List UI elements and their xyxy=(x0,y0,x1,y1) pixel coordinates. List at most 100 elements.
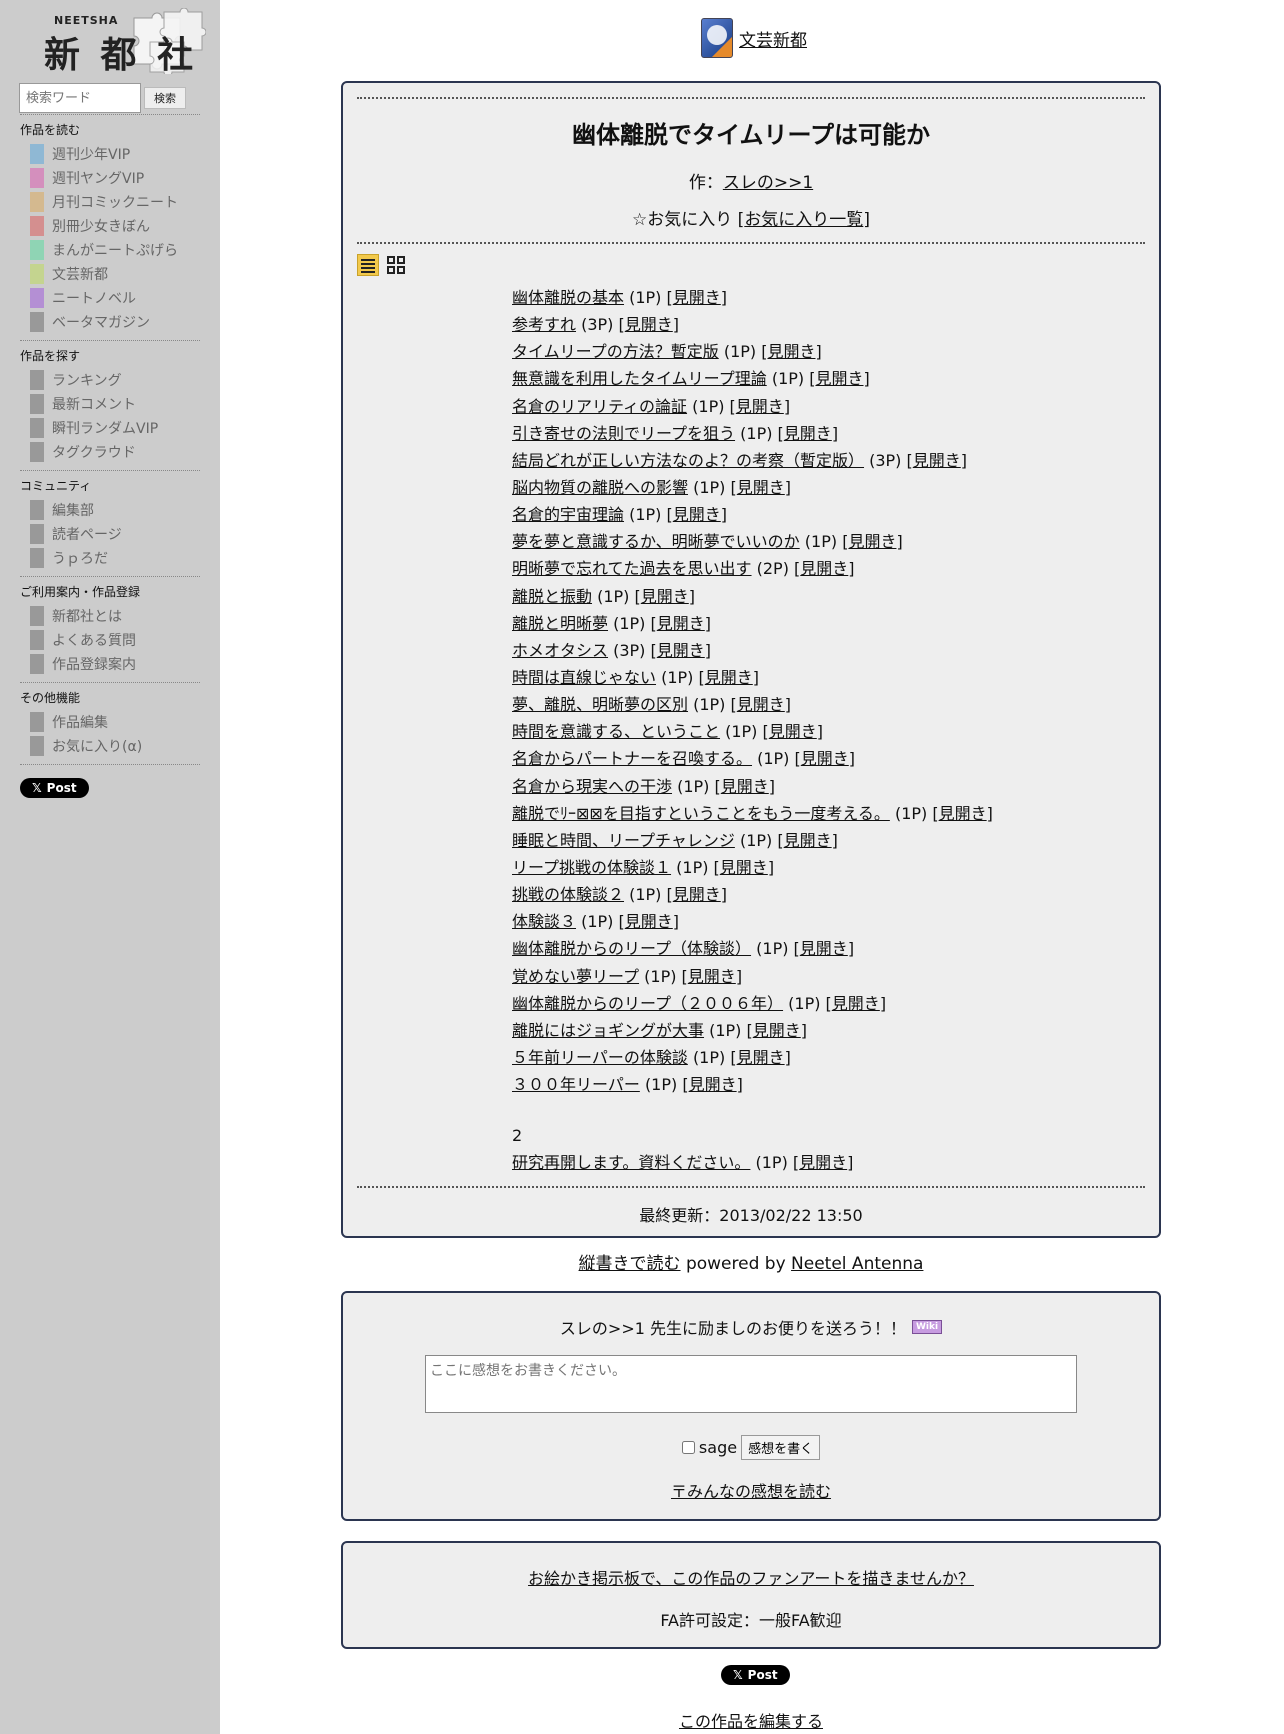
chapter-spread-link[interactable]: 見開き xyxy=(832,994,880,1013)
chapter-title-link[interactable]: 名倉から現実への干渉 xyxy=(512,777,672,796)
sidebar-nav-item[interactable]: うｐろだ xyxy=(20,546,200,570)
sage-checkbox[interactable] xyxy=(681,1441,695,1454)
sidebar-nav-item[interactable]: 編集部 xyxy=(20,498,200,522)
chapter-title-link[interactable]: リープ挑戦の体験談１ xyxy=(512,858,671,877)
grid-view-icon[interactable] xyxy=(385,254,407,276)
chapter-spread-link[interactable]: 見開き xyxy=(673,885,721,904)
chapter-spread-link[interactable]: 見開き xyxy=(913,451,961,470)
chapter-spread-link[interactable]: 見開き xyxy=(801,749,849,768)
sidebar-nav-item[interactable]: 作品登録案内 xyxy=(20,652,200,676)
chapter-spread-link[interactable]: 見開き xyxy=(689,1075,737,1094)
chapter-spread-link[interactable]: 見開き xyxy=(800,939,848,958)
sidebar-nav-item[interactable]: ニートノベル xyxy=(20,286,200,310)
chapter-title-link[interactable]: 研究再開します。資料ください。 xyxy=(512,1153,750,1172)
chapter-title-link[interactable]: 睡眠と時間、リープチャレンジ xyxy=(512,831,735,850)
chapter-title-link[interactable]: ５年前リーパーの体験談 xyxy=(512,1048,688,1067)
author-link[interactable]: スレの>>1 xyxy=(723,173,813,193)
chapter-spread-link[interactable]: 見開き xyxy=(673,288,721,307)
sidebar-nav-item[interactable]: 読者ページ xyxy=(20,522,200,546)
chapter-spread-link[interactable]: 見開き xyxy=(769,722,817,741)
comment-textarea[interactable] xyxy=(425,1355,1077,1413)
chapter-title-link[interactable]: 幽体離脱からのリープ（体験談） xyxy=(512,939,751,958)
sidebar-nav-item[interactable]: 瞬刊ランダムVIP xyxy=(20,416,200,440)
chapter-title-link[interactable]: 幽体離脱からのリープ（２００６年） xyxy=(512,994,783,1013)
chapter-spread-link[interactable]: 見開き xyxy=(784,831,832,850)
edit-work-link[interactable]: この作品を編集する xyxy=(679,1712,823,1731)
category-link[interactable]: 文芸新都 xyxy=(739,26,807,51)
chapter-spread-link[interactable]: 見開き xyxy=(657,614,705,633)
chapter-spread-link[interactable]: 見開き xyxy=(784,424,832,443)
list-view-icon[interactable] xyxy=(357,254,379,276)
chapter-title-link[interactable]: 無意識を利用したタイムリープ理論 xyxy=(512,369,767,388)
chapter-title-link[interactable]: 引き寄せの法則でリープを狙う xyxy=(512,424,735,443)
sidebar-nav-item[interactable]: 新都社とは xyxy=(20,604,200,628)
chapter-spread-link[interactable]: 見開き xyxy=(753,1021,801,1040)
sidebar-nav-item[interactable]: 作品編集 xyxy=(20,710,200,734)
chapter-spread-link[interactable]: 見開き xyxy=(799,1153,847,1172)
sidebar-nav-item[interactable]: 最新コメント xyxy=(20,392,200,416)
favorite-toggle[interactable]: ☆お気に入り [ xyxy=(632,210,744,230)
chapter-title-link[interactable]: 幽体離脱の基本 xyxy=(512,288,624,307)
chapter-spread-link[interactable]: 見開き xyxy=(625,912,673,931)
chapter-spread-link[interactable]: 見開き xyxy=(721,777,769,796)
chapter-title-link[interactable]: 離脱と明晰夢 xyxy=(512,614,608,633)
chapter-title-link[interactable]: 結局どれが正しい方法なのよ？の考察（暫定版） xyxy=(512,451,864,470)
chapter-title-link[interactable]: ホメオタシス xyxy=(512,641,608,660)
search-button[interactable]: 検索 xyxy=(144,87,186,109)
chapter-title-link[interactable]: 離脱と振動 xyxy=(512,587,592,606)
chapter-spread-link[interactable]: 見開き xyxy=(815,369,863,388)
sidebar-nav-item[interactable]: タグクラウド xyxy=(20,440,200,464)
favorite-list-link[interactable]: お気に入り一覧 xyxy=(744,210,863,230)
sidebar-nav-item[interactable]: まんがニートぷげら xyxy=(20,238,200,262)
chapter-title-link[interactable]: 参考すれ xyxy=(512,315,576,334)
chapter-title-link[interactable]: 名倉的宇宙理論 xyxy=(512,505,624,524)
chapter-title-link[interactable]: 名倉のリアリティの論証 xyxy=(512,397,687,416)
chapter-title-link[interactable]: 夢、離脱、明晰夢の区別 xyxy=(512,695,688,714)
chapter-title-link[interactable]: 挑戦の体験談２ xyxy=(512,885,624,904)
fanart-board-link[interactable]: お絵かき掲示板で、この作品のファンアートを描きませんか？ xyxy=(528,1569,974,1588)
wiki-badge-icon[interactable]: Wiki xyxy=(912,1320,943,1334)
chapter-title-link[interactable]: タイムリープの方法？暫定版 xyxy=(512,342,719,361)
chapter-spread-link[interactable]: 見開き xyxy=(737,695,785,714)
read-comments-link[interactable]: 〒みんなの感想を読む xyxy=(671,1482,831,1501)
chapter-spread-link[interactable]: 見開き xyxy=(767,342,815,361)
sidebar-nav-item[interactable]: 別冊少女きぼん xyxy=(20,214,200,238)
chapter-spread-link[interactable]: 見開き xyxy=(720,858,768,877)
chapter-title-link[interactable]: 離脱でﾘｰ⊠⊠を目指すということをもう一度考える。 xyxy=(512,804,890,823)
sidebar-nav-item[interactable]: 文芸新都 xyxy=(20,262,200,286)
sidebar-x-post-button[interactable]: 𝕏 Post xyxy=(20,778,89,798)
sidebar-nav-item[interactable]: よくある質問 xyxy=(20,628,200,652)
sidebar-nav-item[interactable]: 週刊ヤングVIP xyxy=(20,166,200,190)
chapter-spread-link[interactable]: 見開き xyxy=(737,478,785,497)
chapter-spread-link[interactable]: 見開き xyxy=(939,804,987,823)
chapter-spread-link[interactable]: 見開き xyxy=(673,505,721,524)
chapter-spread-link[interactable]: 見開き xyxy=(848,532,896,551)
chapter-spread-link[interactable]: 見開き xyxy=(625,315,673,334)
neetel-antenna-link[interactable]: Neetel Antenna xyxy=(791,1254,923,1274)
chapter-spread-link[interactable]: 見開き xyxy=(641,587,689,606)
write-comment-button[interactable]: 感想を書く xyxy=(741,1435,821,1460)
x-post-button[interactable]: 𝕏 Post xyxy=(721,1665,790,1685)
chapter-spread-link[interactable]: 見開き xyxy=(737,1048,785,1067)
sidebar-nav-item[interactable]: ランキング xyxy=(20,368,200,392)
chapter-spread-link[interactable]: 見開き xyxy=(800,559,848,578)
chapter-title-link[interactable]: 脳内物質の離脱への影響 xyxy=(512,478,688,497)
chapter-spread-link[interactable]: 見開き xyxy=(657,641,705,660)
sidebar-nav-item[interactable]: お気に入り(α) xyxy=(20,734,200,758)
chapter-title-link[interactable]: 時間は直線じゃない xyxy=(512,668,656,687)
site-logo[interactable]: NEETSHA 新 都 社 xyxy=(34,8,206,78)
chapter-spread-link[interactable]: 見開き xyxy=(705,668,753,687)
chapter-title-link[interactable]: 覚めない夢リープ xyxy=(512,967,639,986)
chapter-title-link[interactable]: 明晰夢で忘れてた過去を思い出す xyxy=(512,559,752,578)
vertical-read-link[interactable]: 縦書きで読む xyxy=(579,1254,681,1274)
sidebar-nav-item[interactable]: 週刊少年VIP xyxy=(20,142,200,166)
search-input[interactable] xyxy=(19,83,141,113)
chapter-title-link[interactable]: 夢を夢と意識するか、明晰夢でいいのか xyxy=(512,532,800,551)
chapter-title-link[interactable]: 離脱にはジョギングが大事 xyxy=(512,1021,704,1040)
chapter-spread-link[interactable]: 見開き xyxy=(688,967,736,986)
chapter-title-link[interactable]: ３００年リーパー xyxy=(512,1075,640,1094)
sidebar-nav-item[interactable]: ベータマガジン xyxy=(20,310,200,334)
chapter-spread-link[interactable]: 見開き xyxy=(736,397,784,416)
chapter-title-link[interactable]: 名倉からパートナーを召喚する。 xyxy=(512,749,752,768)
chapter-title-link[interactable]: 体験談３ xyxy=(512,912,576,931)
